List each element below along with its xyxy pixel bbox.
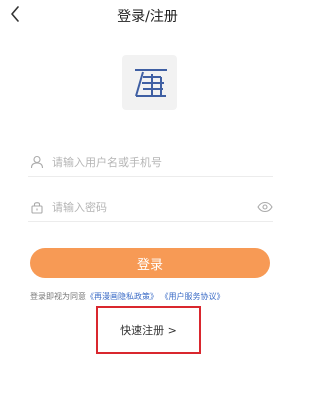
username-input[interactable] bbox=[52, 152, 252, 172]
user-icon bbox=[30, 155, 44, 169]
agreement-text: 登录即视为同意《再漫画隐私政策》 《用户服务协议》 bbox=[30, 291, 280, 302]
service-agreement-link[interactable]: 《用户服务协议》 bbox=[161, 292, 225, 301]
quick-register-link[interactable]: 快速注册 > bbox=[98, 322, 199, 338]
page-title: 登录/注册 bbox=[117, 9, 178, 25]
password-field-row bbox=[28, 195, 273, 222]
quick-register-highlight: 快速注册 > bbox=[96, 306, 201, 354]
eye-icon[interactable] bbox=[257, 199, 273, 215]
header-bar: 登录/注册 bbox=[0, 0, 295, 30]
username-field-row bbox=[28, 150, 273, 177]
login-button[interactable]: 登录 bbox=[30, 248, 270, 278]
logo-glyph-icon bbox=[134, 68, 167, 97]
password-input[interactable] bbox=[52, 197, 252, 217]
app-logo bbox=[122, 55, 177, 110]
lock-icon bbox=[31, 202, 43, 214]
privacy-policy-link[interactable]: 《再漫画隐私政策》 bbox=[86, 292, 158, 301]
agreement-prefix: 登录即视为同意 bbox=[30, 292, 86, 301]
